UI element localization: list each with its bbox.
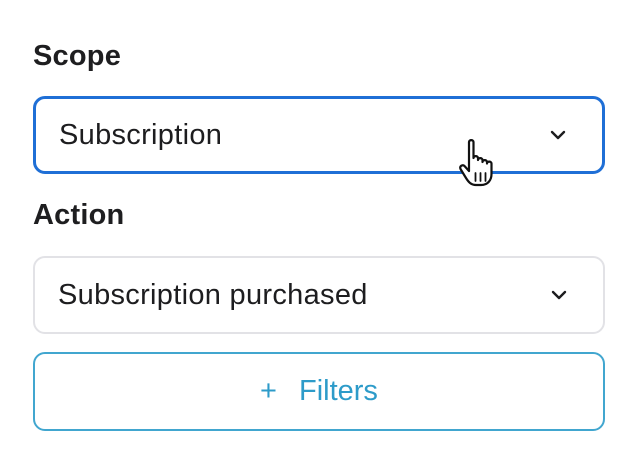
chevron-down-icon xyxy=(550,130,566,140)
scope-select-value: Subscription xyxy=(59,118,223,151)
scope-label: Scope xyxy=(33,40,122,72)
action-select[interactable]: Subscription purchased xyxy=(33,256,605,334)
add-filters-button[interactable]: + Filters xyxy=(33,352,605,431)
chevron-down-icon xyxy=(551,290,567,300)
action-select-value: Subscription purchased xyxy=(58,278,368,311)
action-label: Action xyxy=(33,199,125,231)
plus-icon: + xyxy=(260,375,277,407)
scope-select[interactable]: Subscription xyxy=(33,96,605,174)
filters-button-label: Filters xyxy=(298,375,378,407)
